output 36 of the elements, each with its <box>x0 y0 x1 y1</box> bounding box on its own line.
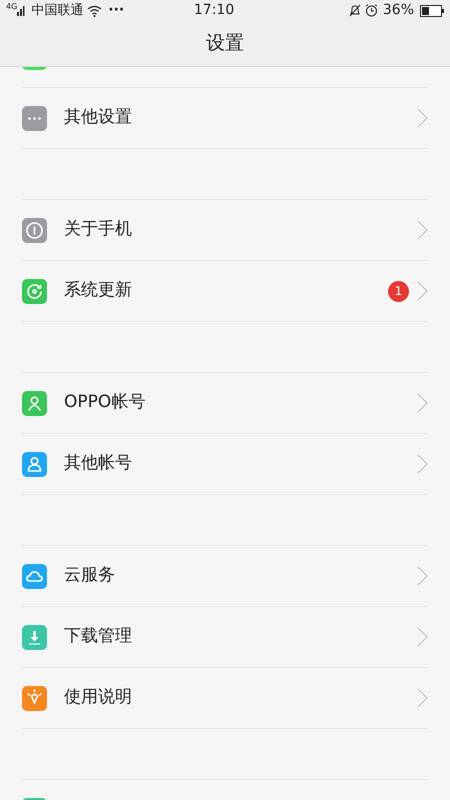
notification-badge: 1 <box>388 280 409 302</box>
signal-icon <box>17 5 28 16</box>
chevron-right-icon <box>417 454 428 474</box>
alarm-icon <box>364 4 378 18</box>
wifi-icon <box>87 4 102 17</box>
settings-item[interactable]: 其他帐号 <box>0 434 450 494</box>
chevron-right-icon <box>417 281 428 301</box>
item-label: 下载管理 <box>64 625 133 648</box>
item-label: 使用说明 <box>64 686 133 710</box>
item-label: 关于手机 <box>64 218 133 242</box>
item-label: OPPO帐号 <box>64 391 146 414</box>
settings-item[interactable]: 其他设置 <box>0 88 450 148</box>
more-indicator: ··· <box>108 1 124 20</box>
chevron-right-icon <box>417 688 428 708</box>
chevron-right-icon <box>417 108 428 128</box>
settings-item[interactable]: 下载管理 <box>0 607 450 667</box>
clock-time: 17:10 <box>194 1 234 20</box>
item-label: 其他设置 <box>64 106 133 130</box>
settings-item[interactable]: 云服务 <box>0 546 450 606</box>
settings-item[interactable]: OPPO帐号 <box>0 373 450 433</box>
page-title: 设置 <box>206 31 244 56</box>
settings-item[interactable]: 使用说明 <box>0 668 450 728</box>
chevron-right-icon <box>417 627 428 647</box>
item-label: 云服务 <box>64 564 116 588</box>
settings-item[interactable]: 系统更新 1 <box>0 261 450 321</box>
bell-off-icon <box>348 4 361 18</box>
chevron-right-icon <box>417 393 428 413</box>
item-label: 系统更新 <box>64 279 133 302</box>
carrier-label: 中国联通 <box>31 2 84 20</box>
battery-percent: 36% <box>382 1 414 20</box>
battery-icon <box>420 4 444 17</box>
chevron-right-icon <box>417 220 428 240</box>
settings-item[interactable]: 关于手机 <box>0 200 450 260</box>
item-label: 其他帐号 <box>64 452 133 476</box>
network-label: 4G <box>6 3 18 11</box>
chevron-right-icon <box>417 566 428 586</box>
